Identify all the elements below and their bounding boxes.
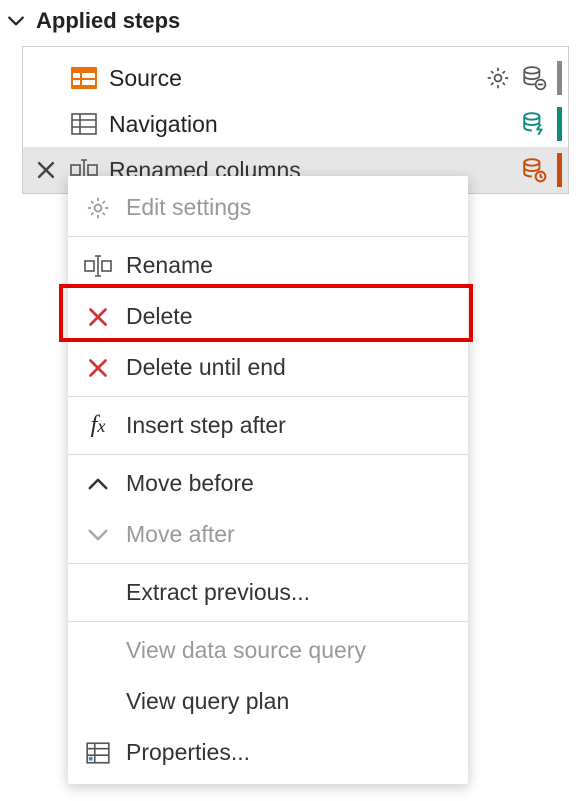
- menu-delete-until-end[interactable]: Delete until end: [68, 342, 468, 393]
- step-row-source[interactable]: Source: [23, 55, 568, 101]
- step-indicator-bar: [557, 61, 562, 95]
- menu-label: Delete until end: [118, 354, 286, 381]
- step-label: Navigation: [99, 111, 519, 138]
- delete-step-x-icon[interactable]: [23, 159, 69, 181]
- menu-label: Properties...: [118, 739, 250, 766]
- menu-delete[interactable]: Delete: [68, 291, 468, 342]
- menu-move-before[interactable]: Move before: [68, 458, 468, 509]
- menu-view-query-plan[interactable]: View query plan: [68, 676, 468, 727]
- database-lightning-icon[interactable]: [519, 109, 549, 139]
- menu-properties[interactable]: Properties...: [68, 727, 468, 778]
- menu-move-after: Move after: [68, 509, 468, 560]
- fx-icon: fx: [78, 412, 118, 439]
- database-minus-icon[interactable]: [519, 63, 549, 93]
- menu-separator: [68, 563, 468, 564]
- step-indicator-bar: [557, 153, 562, 187]
- menu-rename[interactable]: Rename: [68, 240, 468, 291]
- table-icon: [69, 109, 99, 139]
- properties-icon: [78, 740, 118, 766]
- database-clock-icon[interactable]: [519, 155, 549, 185]
- step-indicator-bar: [557, 107, 562, 141]
- close-x-icon: [78, 356, 118, 380]
- applied-steps-header[interactable]: Applied steps: [0, 0, 581, 44]
- gear-icon[interactable]: [483, 63, 513, 93]
- chevron-down-icon: [6, 12, 26, 30]
- menu-label: Rename: [118, 252, 213, 279]
- menu-label: View query plan: [118, 688, 289, 715]
- step-row-navigation[interactable]: Navigation: [23, 101, 568, 147]
- menu-separator: [68, 621, 468, 622]
- menu-label: View data source query: [118, 637, 366, 664]
- menu-edit-settings: Edit settings: [68, 182, 468, 233]
- menu-extract-previous[interactable]: Extract previous...: [68, 567, 468, 618]
- applied-steps-title: Applied steps: [36, 8, 180, 34]
- menu-label: Move after: [118, 521, 235, 548]
- context-menu: Edit settings Rename Delete Delete until…: [68, 176, 468, 784]
- close-x-icon: [78, 305, 118, 329]
- gear-icon: [78, 195, 118, 221]
- menu-insert-step-after[interactable]: fx Insert step after: [68, 400, 468, 451]
- menu-view-data-source-query: View data source query: [68, 625, 468, 676]
- menu-separator: [68, 236, 468, 237]
- applied-steps-panel: Source: [22, 46, 569, 194]
- rename-icon: [78, 253, 118, 279]
- step-label: Source: [99, 65, 483, 92]
- menu-label: Edit settings: [118, 194, 251, 221]
- menu-separator: [68, 454, 468, 455]
- source-table-icon: [69, 63, 99, 93]
- menu-label: Move before: [118, 470, 254, 497]
- menu-label: Delete: [118, 303, 192, 330]
- chevron-up-icon: [78, 473, 118, 495]
- menu-label: Insert step after: [118, 412, 286, 439]
- chevron-down-icon: [78, 524, 118, 546]
- menu-separator: [68, 396, 468, 397]
- menu-label: Extract previous...: [118, 579, 310, 606]
